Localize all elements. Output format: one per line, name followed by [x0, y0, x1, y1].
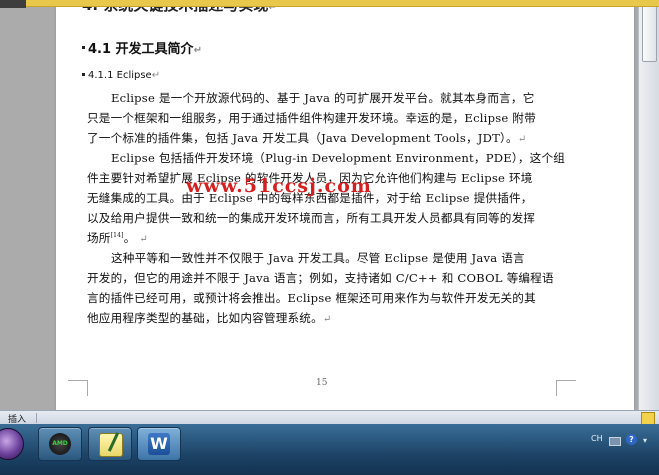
paragraph3-line: 言的插件已经可用，或预计将会推出。Eclipse 框架还可用来作为与软件开发无关…	[87, 291, 536, 305]
ribbon-edge	[0, 0, 659, 7]
paragraph2-line: 以及给用户提供一致和统一的集成开发环境而言，所有工具开发人员都具有同等的发挥	[87, 211, 536, 225]
paragraph2-line: Eclipse 包括插件开发环境（Plug-in Development Env…	[111, 151, 566, 165]
crop-mark	[68, 380, 88, 381]
paragraph1-line: 了一个标准的插件集，包括 Java 开发工具（Java Development …	[87, 131, 527, 145]
help-icon[interactable]: ?	[626, 434, 637, 445]
section-heading: 4.1 开发工具简介↵	[88, 42, 202, 57]
word-icon: W	[148, 433, 170, 455]
taskbar-app-amd[interactable]: AMD	[38, 427, 82, 461]
paragraph3-line: 他应用程序类型的基础，比如内容管理系统。↵	[87, 311, 332, 325]
status-bar: 插入	[0, 410, 659, 425]
paragraph3-line: 开发的，但它的用途并不限于 Java 语言；例如，支持诸如 C/C++ 和 CO…	[87, 271, 554, 285]
page-number: 15	[316, 378, 328, 388]
paragraph3-line: 这种平等和一致性并不仅限于 Java 开发工具。尽管 Eclipse 是使用 J…	[111, 251, 525, 265]
crop-mark	[556, 380, 576, 381]
paragraph2-line: 场所[14]。 ↵	[87, 231, 148, 245]
heading-bullet	[82, 73, 85, 76]
window-corner	[0, 0, 26, 8]
taskbar-app-notepad[interactable]	[88, 427, 132, 461]
notepad-icon	[99, 433, 123, 457]
scrollbar-thumb[interactable]	[642, 0, 657, 62]
status-divider	[36, 413, 37, 423]
vertical-scrollbar[interactable]	[638, 0, 659, 410]
taskbar-app-word[interactable]: W	[137, 427, 181, 461]
language-indicator[interactable]: CH	[591, 434, 603, 443]
watermark: www.51ccsj.com	[186, 175, 372, 197]
keyboard-icon[interactable]	[609, 437, 621, 446]
paragraph1-line: 只是一个框架和一组服务，用于通过插件组件构建开发环境。幸运的是，Eclipse …	[87, 111, 536, 125]
subsection-heading: 4.1.1 Eclipse↵	[88, 70, 161, 81]
crop-mark	[87, 380, 88, 396]
start-button[interactable]	[0, 428, 24, 460]
document-workspace: 4. 系统关键技术描述与实现↵ 4.1 开发工具简介↵ 4.1.1 Eclips…	[0, 0, 659, 410]
citation: [14]	[110, 232, 124, 240]
heading-bullet	[82, 46, 85, 49]
document-page[interactable]: 4. 系统关键技术描述与实现↵ 4.1 开发工具简介↵ 4.1.1 Eclips…	[56, 0, 634, 410]
crop-mark	[556, 380, 557, 396]
tray-expand-icon[interactable]: ▾	[643, 436, 647, 445]
amd-icon: AMD	[49, 433, 71, 455]
paragraph1-line: Eclipse 是一个开放源代码的、基于 Java 的可扩展开发平台。就其本身而…	[111, 91, 535, 105]
taskbar: AMD W CH ? ▾	[0, 424, 659, 475]
